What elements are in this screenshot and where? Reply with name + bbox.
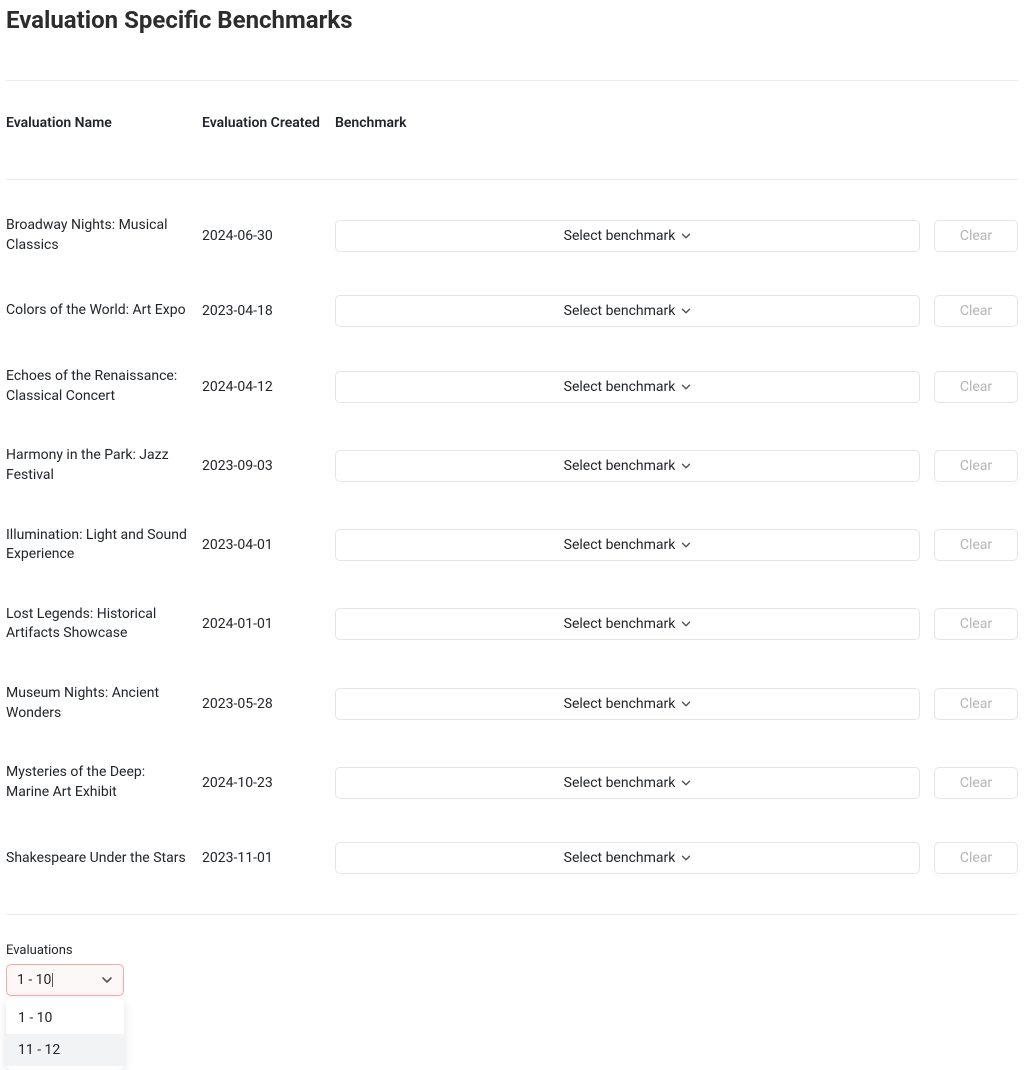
actions-cell: Select benchmark Clear	[335, 220, 1018, 252]
table-row: Colors of the World: Art Expo 2023-04-18…	[6, 275, 1018, 347]
actions-cell: Select benchmark Clear	[335, 767, 1018, 799]
select-benchmark-label: Select benchmark	[564, 458, 676, 474]
pagination-select[interactable]: 1 - 10	[6, 964, 124, 996]
select-benchmark-label: Select benchmark	[564, 228, 676, 244]
clear-button[interactable]: Clear	[934, 767, 1018, 799]
select-benchmark-label: Select benchmark	[564, 379, 676, 395]
pagination-selected-value: 1 - 10	[17, 973, 53, 987]
chevron-down-icon	[681, 699, 691, 709]
chevron-down-icon	[681, 461, 691, 471]
evaluation-created-cell: 2024-10-23	[202, 775, 335, 791]
pagination-label: Evaluations	[6, 943, 1018, 958]
footer-divider	[6, 914, 1018, 915]
clear-button[interactable]: Clear	[934, 608, 1018, 640]
chevron-down-icon	[681, 619, 691, 629]
evaluations-table: Evaluation Name Evaluation Created Bench…	[6, 81, 1018, 894]
evaluation-created-cell: 2023-09-03	[202, 458, 335, 474]
clear-button[interactable]: Clear	[934, 842, 1018, 874]
select-benchmark-label: Select benchmark	[564, 850, 676, 866]
clear-button[interactable]: Clear	[934, 688, 1018, 720]
clear-button[interactable]: Clear	[934, 295, 1018, 327]
chevron-down-icon	[681, 382, 691, 392]
actions-cell: Select benchmark Clear	[335, 608, 1018, 640]
table-row: Broadway Nights: Musical Classics 2024-0…	[6, 180, 1018, 275]
actions-cell: Select benchmark Clear	[335, 450, 1018, 482]
evaluation-name-cell: Museum Nights: Ancient Wonders	[6, 684, 202, 723]
chevron-down-icon	[681, 231, 691, 241]
select-benchmark-button[interactable]: Select benchmark	[335, 295, 920, 327]
select-benchmark-button[interactable]: Select benchmark	[335, 450, 920, 482]
pagination-footer: Evaluations 1 - 10 1 - 10 11 - 12	[6, 943, 1018, 996]
evaluation-name-cell: Illumination: Light and Sound Experience	[6, 526, 202, 565]
select-benchmark-label: Select benchmark	[564, 303, 676, 319]
table-row: Harmony in the Park: Jazz Festival 2023-…	[6, 426, 1018, 505]
col-header-benchmark: Benchmark	[335, 115, 1018, 131]
actions-cell: Select benchmark Clear	[335, 529, 1018, 561]
pagination-option-1[interactable]: 1 - 10	[6, 1002, 124, 1034]
table-row: Museum Nights: Ancient Wonders 2023-05-2…	[6, 664, 1018, 743]
chevron-down-icon	[681, 778, 691, 788]
evaluation-name-cell: Echoes of the Renaissance: Classical Con…	[6, 367, 202, 406]
evaluation-created-cell: 2024-06-30	[202, 228, 335, 244]
select-benchmark-button[interactable]: Select benchmark	[335, 608, 920, 640]
page-title: Evaluation Specific Benchmarks	[6, 6, 1018, 34]
actions-cell: Select benchmark Clear	[335, 688, 1018, 720]
evaluation-name-cell: Harmony in the Park: Jazz Festival	[6, 446, 202, 485]
chevron-down-icon	[681, 306, 691, 316]
clear-button[interactable]: Clear	[934, 220, 1018, 252]
evaluation-created-cell: 2023-04-18	[202, 303, 335, 319]
table-header-row: Evaluation Name Evaluation Created Bench…	[6, 81, 1018, 179]
table-row: Illumination: Light and Sound Experience…	[6, 506, 1018, 585]
evaluation-created-cell: 2024-04-12	[202, 379, 335, 395]
pagination-option-2-label: 11 - 12	[18, 1042, 60, 1058]
evaluation-name-cell: Shakespeare Under the Stars	[6, 849, 202, 869]
table-row: Echoes of the Renaissance: Classical Con…	[6, 347, 1018, 426]
clear-button[interactable]: Clear	[934, 450, 1018, 482]
evaluation-name-cell: Broadway Nights: Musical Classics	[6, 216, 202, 255]
pagination-option-2[interactable]: 11 - 12	[6, 1034, 124, 1066]
clear-button[interactable]: Clear	[934, 529, 1018, 561]
table-row: Mysteries of the Deep: Marine Art Exhibi…	[6, 743, 1018, 822]
actions-cell: Select benchmark Clear	[335, 842, 1018, 874]
evaluation-created-cell: 2024-01-01	[202, 616, 335, 632]
select-benchmark-button[interactable]: Select benchmark	[335, 371, 920, 403]
select-benchmark-button[interactable]: Select benchmark	[335, 688, 920, 720]
evaluation-created-cell: 2023-11-01	[202, 850, 335, 866]
select-benchmark-button[interactable]: Select benchmark	[335, 767, 920, 799]
chevron-down-icon	[101, 974, 113, 986]
select-benchmark-button[interactable]: Select benchmark	[335, 842, 920, 874]
actions-cell: Select benchmark Clear	[335, 371, 1018, 403]
evaluation-created-cell: 2023-04-01	[202, 537, 335, 553]
evaluation-name-cell: Colors of the World: Art Expo	[6, 301, 202, 321]
select-benchmark-label: Select benchmark	[564, 616, 676, 632]
table-row: Lost Legends: Historical Artifacts Showc…	[6, 585, 1018, 664]
col-header-created: Evaluation Created	[202, 115, 335, 131]
select-benchmark-button[interactable]: Select benchmark	[335, 220, 920, 252]
select-benchmark-label: Select benchmark	[564, 775, 676, 791]
table-row: Shakespeare Under the Stars 2023-11-01 S…	[6, 822, 1018, 894]
evaluation-created-cell: 2023-05-28	[202, 696, 335, 712]
chevron-down-icon	[681, 853, 691, 863]
evaluation-name-cell: Mysteries of the Deep: Marine Art Exhibi…	[6, 763, 202, 802]
chevron-down-icon	[681, 540, 691, 550]
select-benchmark-label: Select benchmark	[564, 537, 676, 553]
select-benchmark-button[interactable]: Select benchmark	[335, 529, 920, 561]
col-header-name: Evaluation Name	[6, 115, 202, 131]
evaluation-name-cell: Lost Legends: Historical Artifacts Showc…	[6, 605, 202, 644]
actions-cell: Select benchmark Clear	[335, 295, 1018, 327]
pagination-dropdown: 1 - 10 11 - 12	[6, 998, 124, 1070]
select-benchmark-label: Select benchmark	[564, 696, 676, 712]
clear-button[interactable]: Clear	[934, 371, 1018, 403]
